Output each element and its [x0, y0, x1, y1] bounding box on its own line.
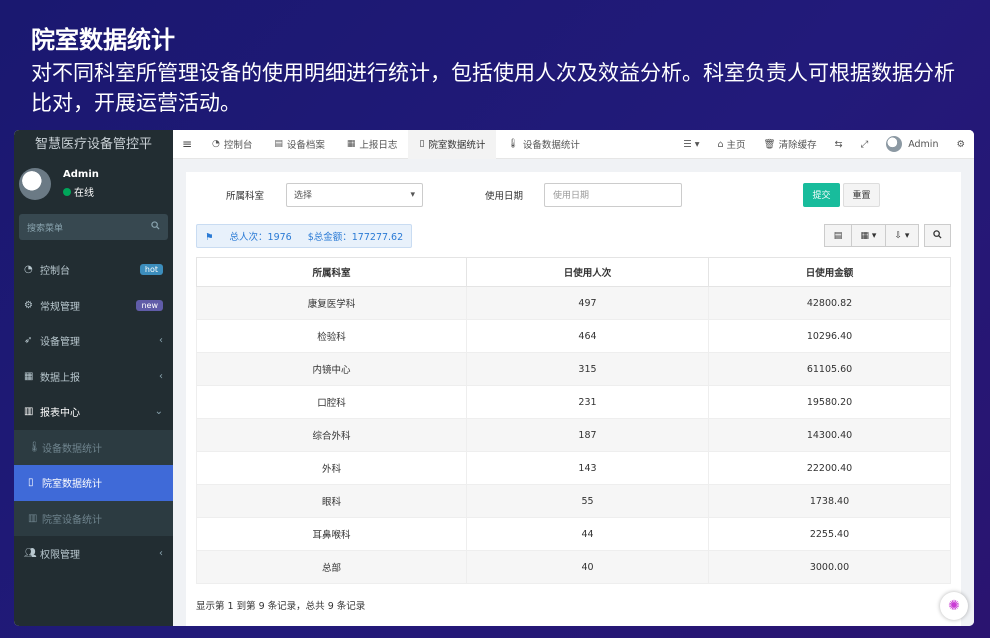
- table-row[interactable]: 眼科 55 1738.40: [196, 484, 951, 518]
- sidebar-sub-dept-stats[interactable]: ▯ 院室数据统计: [14, 465, 173, 501]
- tab-device-archive[interactable]: ▤ 设备档案: [263, 130, 336, 159]
- content-panel: 所属科室 选择 ▾ 使用日期 使用日期 提交 重置 ⚑ 总人次：1976 $总金额…: [186, 172, 961, 626]
- settings-icon[interactable]: ⚙: [947, 139, 974, 150]
- chevron-left-icon: ‹: [159, 370, 163, 382]
- calendar-icon: ▦: [24, 370, 34, 382]
- date-input[interactable]: 使用日期: [544, 182, 682, 207]
- submit-button[interactable]: 提交: [803, 182, 840, 207]
- tab-dashboard[interactable]: ◔ 控制台: [201, 130, 263, 159]
- calendar-icon: ▦: [346, 139, 356, 149]
- document-icon: ▯: [419, 139, 425, 149]
- thermometer-icon: 🌡︎: [507, 139, 519, 149]
- online-dot-icon: [63, 187, 71, 196]
- table-row[interactable]: 康复医学科 497 42800.82: [196, 286, 951, 320]
- chevron-down-icon: ⌄: [154, 406, 163, 418]
- home-icon: ⌂: [717, 138, 724, 150]
- search-icon: [151, 221, 160, 233]
- search-icon: [933, 229, 942, 242]
- bar-chart-icon: ▥: [28, 512, 38, 524]
- column-header[interactable]: 所属科室: [196, 257, 467, 287]
- tab-device-stats[interactable]: 🌡︎ 设备数据统计: [496, 130, 590, 159]
- dept-select[interactable]: 选择 ▾: [286, 182, 423, 207]
- report-submenu: 🌡︎ 设备数据统计 ▯ 院室数据统计 ▥ 院室设备统计: [14, 429, 173, 537]
- table-row[interactable]: 耳鼻喉科 44 2255.40: [196, 517, 951, 551]
- app-window: 智慧医疗设备管控平 Admin 在线 搜索菜单 ◔ 控制台 hot ⚙ 常规管理…: [14, 130, 974, 626]
- sidebar-item-general[interactable]: ⚙ 常规管理 new: [14, 288, 173, 324]
- user-name: Admin: [63, 169, 99, 180]
- date-label: 使用日期: [485, 190, 524, 202]
- menu-toggle-icon[interactable]: ≡: [173, 137, 201, 151]
- reset-button[interactable]: 重置: [843, 182, 880, 207]
- new-badge: new: [136, 299, 163, 311]
- cogs-icon: ⚙: [24, 299, 33, 311]
- export-icon: ⇩ ▾: [894, 230, 910, 241]
- table-row[interactable]: 检验科 464 10296.40: [196, 319, 951, 353]
- sidebar-item-permissions[interactable]: 👥︎ 权限管理 ‹: [14, 536, 173, 572]
- user-status: 在线: [63, 184, 99, 199]
- user-menu[interactable]: Admin: [877, 136, 947, 152]
- pagination-info: 显示第 1 到第 9 条记录，总共 9 条记录: [196, 601, 366, 612]
- summary-badge: ⚑ 总人次：1976 $总金额：177277.62: [196, 223, 413, 248]
- sidebar-item-report-center[interactable]: ▥ 报表中心 ⌄: [14, 394, 173, 430]
- users-icon: 👥︎: [24, 548, 37, 560]
- brain-icon[interactable]: ✺: [940, 592, 968, 620]
- sidebar-search-input[interactable]: 搜索菜单: [19, 214, 168, 240]
- tab-report-log[interactable]: ▦ 上报日志: [336, 130, 409, 159]
- table-row[interactable]: 综合外科 187 14300.40: [196, 418, 951, 452]
- rocket-icon: ➶: [24, 335, 33, 347]
- clear-cache-button[interactable]: 🗑︎ 清除缓存: [755, 137, 826, 152]
- sidebar-sub-dept-device-stats[interactable]: ▥ 院室设备统计: [14, 501, 173, 537]
- export-button[interactable]: ⇩ ▾: [885, 224, 919, 247]
- sidebar-sub-device-stats[interactable]: 🌡︎ 设备数据统计: [14, 430, 173, 466]
- table-toolbar: ⚑ 总人次：1976 $总金额：177277.62 ▤ ▦ ▾ ⇩ ▾: [196, 217, 951, 254]
- table-row[interactable]: 外科 143 22200.40: [196, 451, 951, 485]
- toggle-view-button[interactable]: ▤: [824, 224, 851, 247]
- sidebar-item-report-data[interactable]: ▦ 数据上报 ‹: [14, 359, 173, 395]
- sidebar-item-device[interactable]: ➶ 设备管理 ‹: [14, 323, 173, 359]
- dept-stats-table: 所属科室 日使用人次 日使用金额 康复医学科 497 42800.82 检验科 464…: [196, 257, 951, 584]
- dashboard-icon: ◔: [24, 264, 33, 276]
- caret-down-icon: ▾: [410, 189, 415, 200]
- chevron-left-icon: ‹: [159, 335, 163, 347]
- sidebar-item-dashboard[interactable]: ◔ 控制台 hot: [14, 252, 173, 288]
- book-icon: ▤: [274, 139, 283, 149]
- chevron-left-icon: ‹: [159, 548, 163, 560]
- table-search-button[interactable]: [924, 224, 951, 247]
- table-row[interactable]: 内镜中心 315 61105.60: [196, 352, 951, 386]
- translate-icon[interactable]: ⇆: [826, 139, 852, 150]
- column-header[interactable]: 日使用金额: [708, 257, 951, 287]
- home-link[interactable]: ⌂ 主页: [708, 137, 754, 152]
- avatar: [19, 168, 51, 200]
- brand-title: 智慧医疗设备管控平: [34, 137, 152, 152]
- thermometer-icon: 🌡︎: [28, 441, 41, 453]
- flag-icon: ⚑: [205, 231, 214, 243]
- slide-description: 对不同科室所管理设备的使用明细进行统计，包括使用人次及效益分析。科室负责人可根据…: [31, 61, 955, 115]
- list-menu-icon[interactable]: ☰ ▾: [674, 139, 708, 150]
- dept-label: 所属科室: [226, 190, 265, 202]
- hot-badge: hot: [139, 264, 163, 276]
- columns-icon: ▦ ▾: [860, 230, 877, 241]
- dashboard-icon: ◔: [212, 139, 220, 149]
- filter-form: 所属科室 选择 ▾ 使用日期 使用日期 提交 重置: [196, 172, 951, 217]
- table-row[interactable]: 总部 40 3000.00: [196, 550, 951, 584]
- main-area: ≡ ◔ 控制台 ▤ 设备档案 ▦ 上报日志 ▯ 院室数据统计 🌡︎ 设备数据统计 ☰ ▾ …: [173, 130, 974, 626]
- fullscreen-icon[interactable]: ⤢: [852, 139, 878, 150]
- trash-icon: 🗑︎: [763, 138, 776, 150]
- bar-chart-icon: ▥: [24, 406, 34, 418]
- avatar: [886, 136, 903, 152]
- column-header[interactable]: 日使用人次: [466, 257, 709, 287]
- tab-dept-stats[interactable]: ▯ 院室数据统计: [408, 130, 497, 159]
- document-icon: ▯: [28, 477, 34, 489]
- table-tools: ▤ ▦ ▾ ⇩ ▾: [824, 224, 951, 247]
- columns-button[interactable]: ▦ ▾: [851, 224, 885, 247]
- topbar: ≡ ◔ 控制台 ▤ 设备档案 ▦ 上报日志 ▯ 院室数据统计 🌡︎ 设备数据统计 ☰ ▾ …: [173, 130, 974, 159]
- table-row[interactable]: 口腔科 231 19580.20: [196, 385, 951, 419]
- sidebar: 智慧医疗设备管控平 Admin 在线 搜索菜单 ◔ 控制台 hot ⚙ 常规管理…: [14, 130, 173, 626]
- slide-title: 院室数据统计: [31, 26, 175, 54]
- user-panel: Admin 在线: [14, 160, 173, 208]
- list-icon: ▤: [833, 230, 843, 241]
